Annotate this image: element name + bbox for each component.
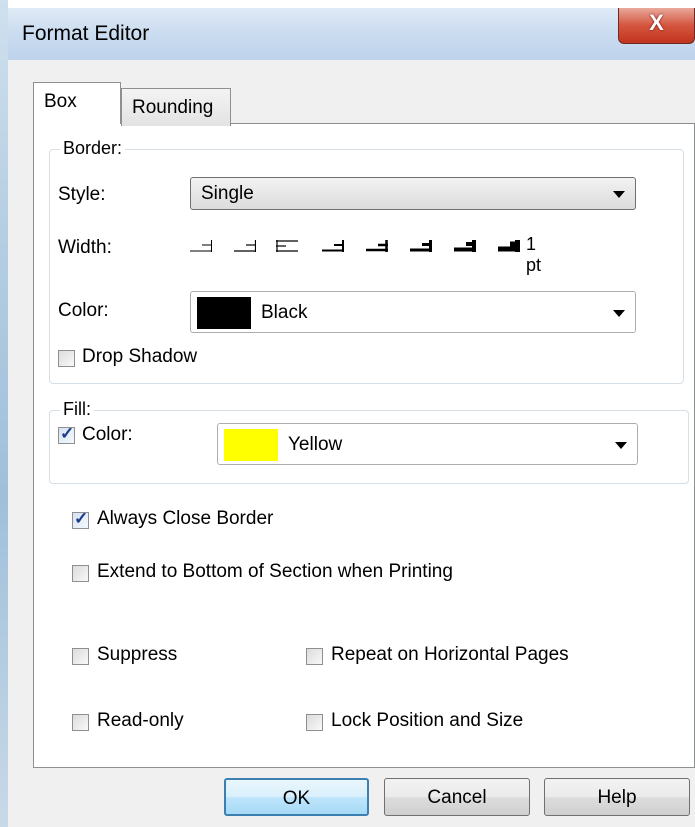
- chevron-down-icon: [613, 310, 625, 317]
- repeat-horizontal-label[interactable]: Repeat on Horizontal Pages: [331, 644, 569, 666]
- title-bar: Format Editor X: [8, 8, 695, 61]
- drop-shadow-label[interactable]: Drop Shadow: [82, 346, 197, 368]
- dialog-body: Box Rounding Border: Style: Single Width…: [8, 60, 695, 827]
- fill-group: Fill: ✓ Color: Yellow: [49, 399, 689, 484]
- cancel-button[interactable]: Cancel: [384, 778, 530, 816]
- help-button[interactable]: Help: [544, 778, 690, 816]
- border-color-value: Black: [261, 302, 308, 323]
- tab-rounding[interactable]: Rounding: [121, 88, 231, 126]
- ok-button-label: OK: [282, 788, 311, 809]
- border-color-swatch: [197, 297, 251, 329]
- style-dropdown[interactable]: Single: [190, 177, 636, 210]
- cancel-button-label: Cancel: [427, 787, 487, 808]
- fill-color-value: Yellow: [288, 434, 343, 455]
- width-1pt-icon[interactable]: [322, 240, 344, 252]
- window-title: Format Editor: [22, 22, 150, 45]
- close-button[interactable]: X: [618, 8, 695, 44]
- extend-to-bottom-label[interactable]: Extend to Bottom of Section when Printin…: [97, 561, 453, 583]
- repeat-horizontal-checkbox[interactable]: [306, 648, 323, 665]
- window-left-edge: [0, 0, 8, 827]
- suppress-label[interactable]: Suppress: [97, 644, 177, 666]
- width-1-5pt-icon[interactable]: [366, 240, 388, 252]
- read-only-checkbox[interactable]: [72, 714, 89, 731]
- checkmark-icon: ✓: [74, 509, 89, 528]
- width-value: 1 pt: [526, 234, 542, 275]
- checkmark-icon: ✓: [60, 424, 75, 443]
- read-only-label[interactable]: Read-only: [97, 710, 184, 732]
- width-selected-icon[interactable]: [276, 240, 298, 252]
- tab-box[interactable]: Box: [33, 82, 121, 124]
- border-group: Border: Style: Single Width: 1 pt Color:: [49, 138, 684, 384]
- width-3pt-icon[interactable]: [454, 240, 476, 252]
- extend-to-bottom-checkbox[interactable]: [72, 565, 89, 582]
- lock-position-label[interactable]: Lock Position and Size: [331, 710, 523, 732]
- lock-position-checkbox[interactable]: [306, 714, 323, 731]
- width-selector[interactable]: 1 pt: [190, 234, 550, 275]
- always-close-border-checkbox[interactable]: ✓: [72, 509, 89, 529]
- tab-panel-box: Border: Style: Single Width: 1 pt Color:: [33, 123, 695, 768]
- chevron-down-icon: [613, 191, 625, 198]
- always-close-border-label[interactable]: Always Close Border: [97, 508, 273, 530]
- border-color-dropdown[interactable]: Black: [190, 291, 636, 333]
- suppress-checkbox[interactable]: [72, 648, 89, 665]
- drop-shadow-checkbox[interactable]: [58, 350, 75, 367]
- chevron-down-icon: [615, 442, 627, 449]
- fill-color-label[interactable]: Color:: [82, 424, 133, 446]
- border-group-label: Border:: [60, 138, 126, 159]
- ok-button[interactable]: OK: [224, 778, 369, 816]
- width-label: Width:: [58, 237, 112, 258]
- fill-color-swatch: [224, 429, 278, 461]
- border-color-label: Color:: [58, 300, 109, 321]
- close-icon: X: [649, 10, 664, 35]
- fill-color-dropdown[interactable]: Yellow: [217, 423, 638, 465]
- style-value: Single: [201, 183, 254, 204]
- width-4pt-icon[interactable]: [498, 240, 520, 252]
- style-label: Style:: [58, 184, 106, 205]
- width-0-5pt-icon[interactable]: [234, 240, 256, 252]
- width-0-25pt-icon[interactable]: [190, 240, 212, 252]
- help-button-label: Help: [597, 787, 637, 808]
- tab-rounding-label: Rounding: [132, 97, 214, 118]
- fill-color-checkbox[interactable]: ✓: [58, 424, 75, 444]
- tab-box-label: Box: [44, 91, 77, 112]
- fill-group-label: Fill:: [60, 399, 94, 420]
- width-2pt-icon[interactable]: [410, 240, 432, 252]
